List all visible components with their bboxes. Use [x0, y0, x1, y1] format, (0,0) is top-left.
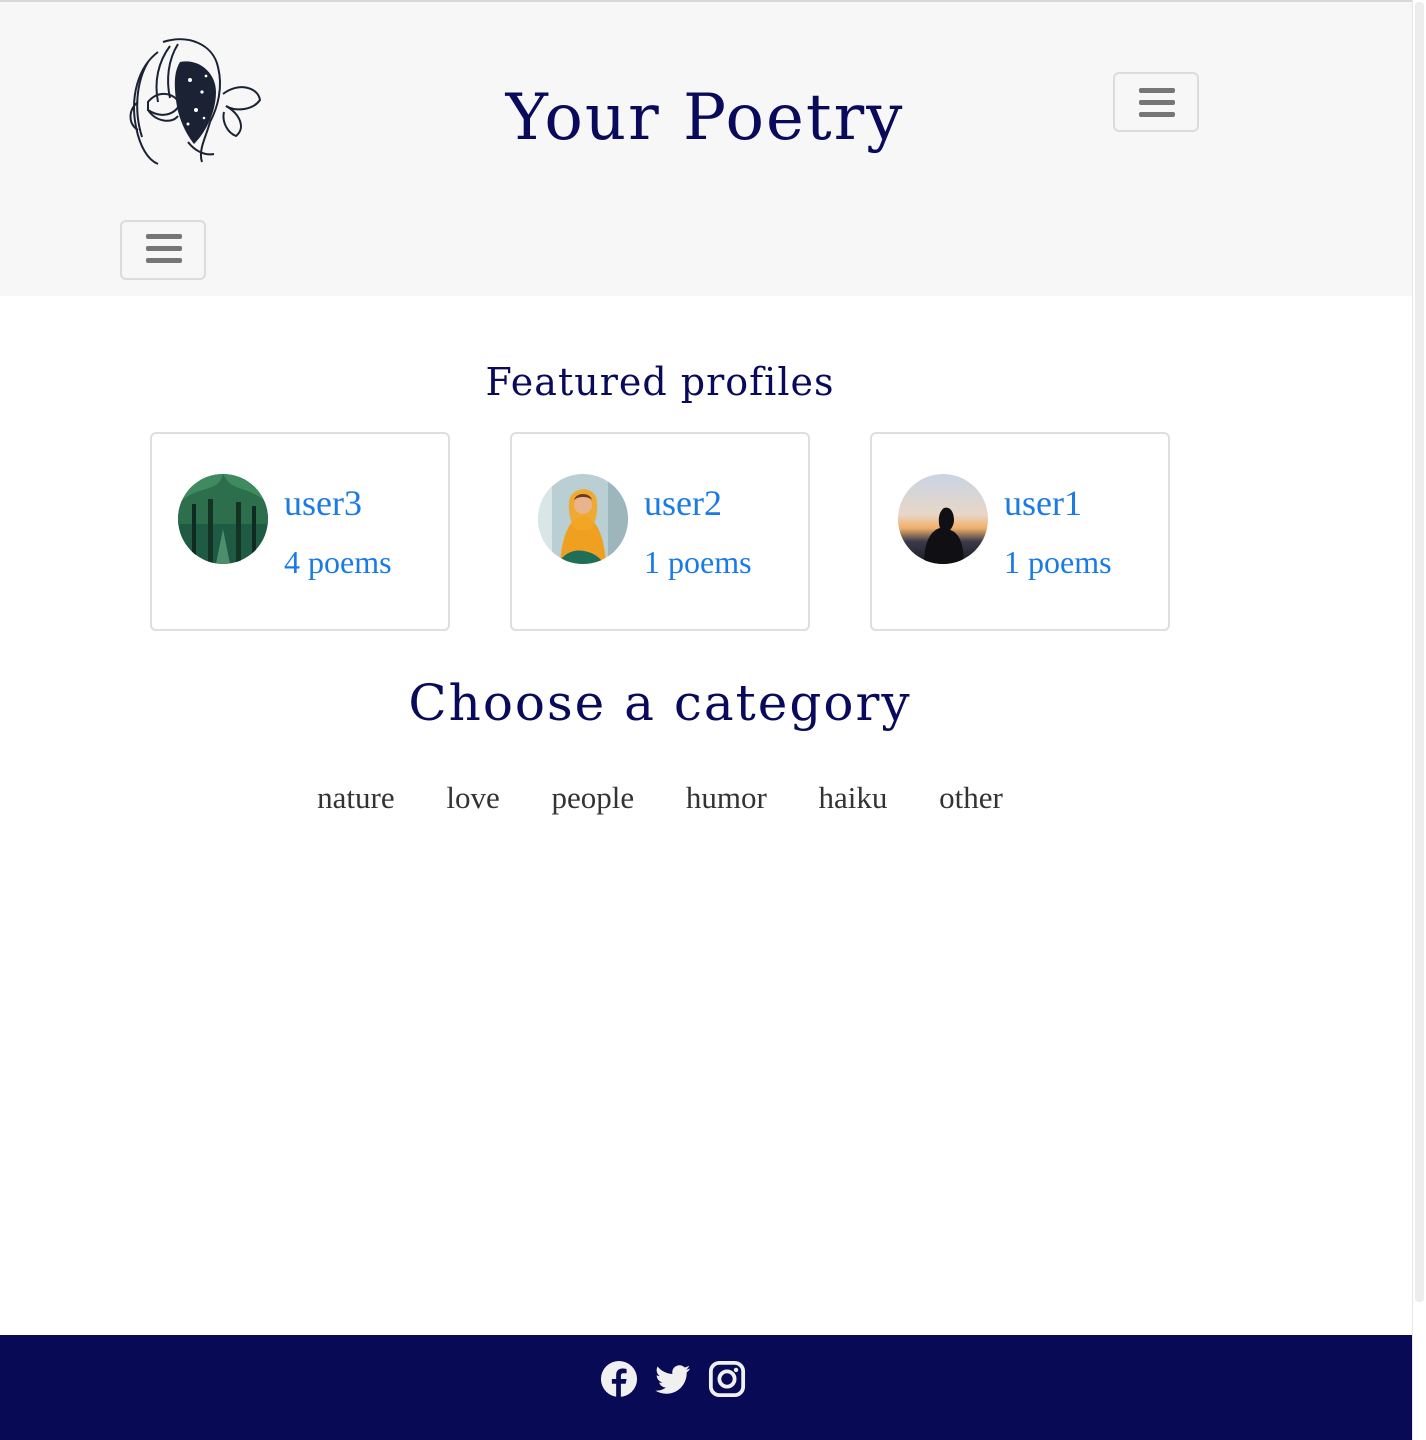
category-link-other[interactable]: other	[939, 780, 1003, 816]
facebook-icon[interactable]	[600, 1360, 638, 1400]
profile-poems-count-link[interactable]: 1 poems	[1004, 544, 1112, 581]
profile-card[interactable]: user1 1 poems	[870, 432, 1170, 631]
hooded-person-sunset-avatar[interactable]	[898, 474, 988, 564]
scrollbar-thumb[interactable]	[1415, 2, 1424, 1302]
social-links	[600, 1360, 746, 1400]
category-link-haiku[interactable]: haiku	[819, 780, 888, 816]
profile-card[interactable]: user3 4 poems	[150, 432, 450, 631]
profile-poems-count-link[interactable]: 1 poems	[644, 544, 752, 581]
category-link-people[interactable]: people	[551, 780, 634, 816]
woman-butterfly-logo-icon[interactable]	[118, 32, 268, 172]
site-footer	[0, 1335, 1412, 1440]
girl-yellow-hoodie-avatar[interactable]	[538, 474, 628, 564]
profile-card[interactable]: user2 1 poems	[510, 432, 810, 631]
profile-username-link[interactable]: user3	[284, 482, 362, 524]
profile-username-link[interactable]: user2	[644, 482, 722, 524]
category-link-love[interactable]: love	[446, 780, 499, 816]
vertical-scrollbar[interactable]	[1412, 0, 1426, 1440]
twitter-icon[interactable]	[654, 1360, 692, 1400]
site-header: Your Poetry	[0, 2, 1412, 296]
nav-toggle-button[interactable]	[120, 220, 206, 280]
hamburger-menu-button[interactable]	[1113, 72, 1199, 132]
site-title[interactable]: Your Poetry	[400, 80, 1010, 156]
category-links: nature love people humor haiku other	[0, 780, 1320, 816]
featured-profiles-heading: Featured profiles	[485, 360, 835, 404]
forest-trees-avatar[interactable]	[178, 474, 268, 564]
instagram-icon[interactable]	[708, 1360, 746, 1400]
profile-poems-count-link[interactable]: 4 poems	[284, 544, 392, 581]
category-link-humor[interactable]: humor	[686, 780, 767, 816]
choose-category-heading: Choose a category	[408, 674, 912, 732]
profile-username-link[interactable]: user1	[1004, 482, 1082, 524]
category-link-nature[interactable]: nature	[317, 780, 394, 816]
